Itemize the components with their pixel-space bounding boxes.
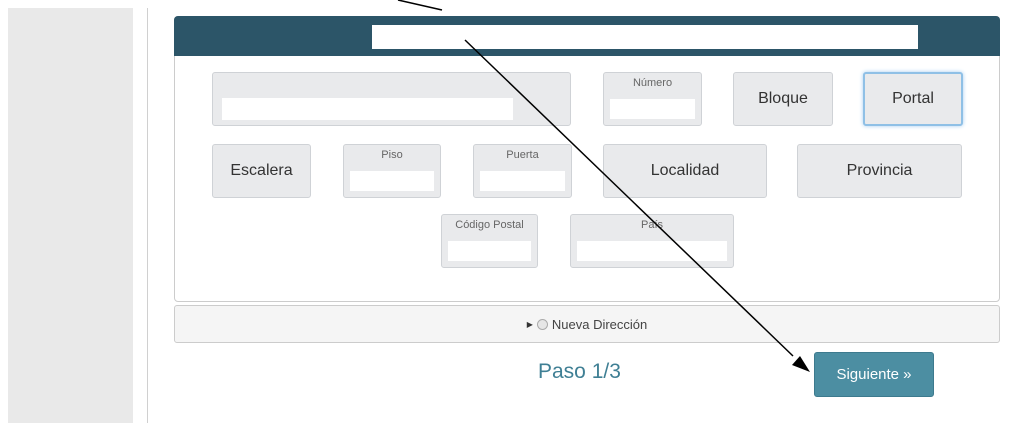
- arrow-line-top: [397, 0, 443, 11]
- annotation-arrow: [397, 0, 810, 372]
- arrow-head-icon: [792, 356, 810, 372]
- arrow-line-main: [464, 39, 794, 357]
